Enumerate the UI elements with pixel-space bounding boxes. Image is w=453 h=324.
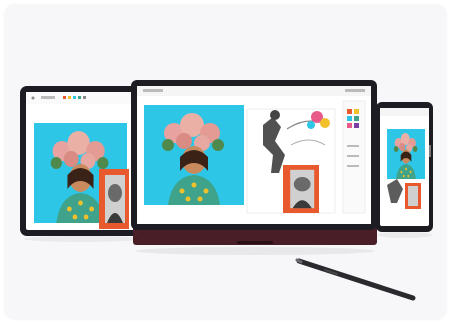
stylus-icon	[295, 258, 416, 301]
phone-device	[376, 102, 433, 232]
devices-illustration	[20, 80, 433, 301]
laptop-device	[131, 80, 377, 245]
product-image-card	[5, 5, 446, 319]
tablet-device	[20, 86, 142, 236]
